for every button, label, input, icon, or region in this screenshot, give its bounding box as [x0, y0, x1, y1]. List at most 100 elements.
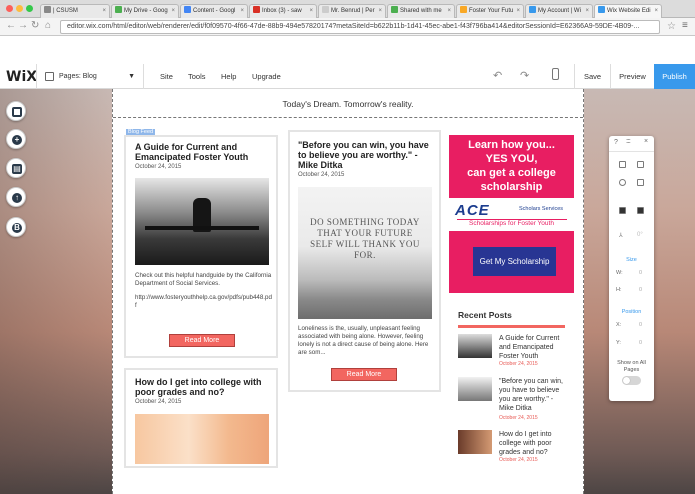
menu-site[interactable]: Site — [160, 64, 173, 89]
recent-post-item[interactable]: "Before you can win, you have to believe… — [458, 377, 568, 423]
site-tagline[interactable]: Today's Dream. Tomorrow's reality. — [113, 99, 583, 109]
chevron-down-icon: ▼ — [128, 73, 135, 80]
bookmark-star-icon[interactable]: ☆ — [667, 21, 676, 32]
browser-tab[interactable]: My Account | Wi × — [525, 4, 593, 18]
recent-post-title[interactable]: How do I get into college with poor grad… — [499, 430, 569, 457]
recent-post-title[interactable]: "Before you can win, you have to believe… — [499, 377, 569, 413]
browser-tab[interactable]: Inbox (3) - saw × — [249, 4, 317, 18]
wix-logo[interactable]: WiX — [6, 69, 37, 85]
upload-button[interactable]: ↑ — [6, 187, 26, 207]
add-element-button[interactable]: + — [6, 129, 26, 149]
browser-tab[interactable]: Foster Your Futu × — [456, 4, 524, 18]
mobile-view-icon[interactable] — [552, 68, 559, 80]
tab-close-icon[interactable]: × — [516, 5, 520, 17]
show-on-all-pages-toggle[interactable] — [622, 376, 641, 385]
forward-arrow-icon[interactable]: → — [18, 20, 28, 31]
align-icon[interactable]: ⅄ — [619, 232, 623, 239]
publish-button[interactable]: Publish — [654, 64, 695, 89]
background-tool-button[interactable] — [6, 101, 26, 121]
close-window-button[interactable] — [6, 5, 13, 12]
undo-icon[interactable]: ↶ — [493, 69, 502, 82]
tab-close-icon[interactable]: × — [102, 5, 106, 17]
browser-tab[interactable]: Content - Googl × — [180, 4, 248, 18]
ace-logo-banner[interactable]: ACE Scholars Services Scholarships for F… — [449, 198, 574, 231]
page-selector[interactable]: Pages: Blog ▼ — [36, 64, 144, 89]
apps-button[interactable]: ▤ — [6, 158, 26, 178]
width-value[interactable]: 0 — [639, 270, 642, 276]
scholarship-ad-headline[interactable]: Learn how you... YES YOU, can get a coll… — [449, 135, 574, 198]
send-backward-icon[interactable] — [637, 207, 644, 214]
window-controls — [6, 5, 36, 14]
recent-post-date: October 24, 2015 — [499, 457, 538, 463]
background-image — [0, 89, 112, 494]
minimize-window-button[interactable] — [16, 5, 23, 12]
url-field[interactable]: editor.wix.com/html/editor/web/renderer/… — [60, 20, 660, 34]
post-excerpt: Loneliness is the, usually, unpleasant f… — [298, 325, 429, 356]
post-title[interactable]: A Guide for Current and Emancipated Fost… — [135, 142, 269, 162]
app-market-icon: ▤ — [12, 164, 22, 174]
post-link[interactable]: http://www.fosteryouthhelp.ca.gov/pdfs/p… — [135, 294, 273, 310]
ad-line: YES YOU, — [485, 153, 538, 165]
y-label: Y: — [616, 340, 621, 346]
save-button[interactable]: Save — [574, 64, 610, 89]
blog-manager-button[interactable]: B — [6, 217, 26, 237]
zoom-window-button[interactable] — [26, 5, 33, 12]
post-image-handshake[interactable] — [135, 414, 269, 464]
post-title[interactable]: "Before you can win, you have to believe… — [298, 140, 434, 170]
duplicate-icon[interactable] — [619, 179, 626, 186]
preview-button[interactable]: Preview — [610, 64, 654, 89]
quote-image-text: DO SOMETHING TODAY THAT YOUR FUTURE SELF… — [310, 217, 420, 260]
browser-menu-icon[interactable]: ≡ — [682, 20, 688, 31]
recent-post-date: October 24, 2015 — [499, 415, 538, 421]
tab-close-icon[interactable]: × — [654, 5, 658, 17]
menu-tools[interactable]: Tools — [188, 64, 206, 89]
read-more-button[interactable]: Read More — [331, 368, 397, 381]
back-arrow-icon[interactable]: ← — [6, 20, 16, 31]
tab-close-icon[interactable]: × — [171, 5, 175, 17]
editor-top-bar: WiX Pages: Blog ▼ Site Tools Help Upgrad… — [0, 64, 695, 89]
y-value[interactable]: 0 — [639, 340, 642, 346]
browser-tab[interactable]: My Drive - Goog × — [111, 4, 179, 18]
x-value[interactable]: 0 — [639, 322, 642, 328]
tab-favicon-icon — [391, 6, 398, 13]
read-more-button[interactable]: Read More — [169, 334, 235, 347]
browser-tab[interactable]: Mr. Benrud | Per × — [318, 4, 386, 18]
menu-upgrade[interactable]: Upgrade — [252, 64, 281, 89]
reload-icon[interactable]: ↻ — [31, 20, 39, 31]
tab-close-icon[interactable]: × — [585, 5, 589, 17]
rotate-icon[interactable]: 0° — [637, 232, 643, 238]
recent-post-title[interactable]: A Guide for Current and Emancipated Fost… — [499, 334, 569, 361]
tab-close-icon[interactable]: × — [240, 5, 244, 17]
bring-forward-icon[interactable] — [619, 207, 626, 214]
ace-logo: ACE — [455, 202, 490, 219]
browser-tab[interactable]: Shared with me × — [387, 4, 455, 18]
height-value[interactable]: 0 — [639, 287, 642, 293]
home-icon[interactable]: ⌂ — [45, 20, 51, 31]
tab-favicon-icon — [115, 6, 122, 13]
recent-post-date: October 24, 2015 — [499, 361, 538, 367]
browser-tab-active[interactable]: Wix Website Edi × — [594, 4, 662, 18]
redo-icon[interactable]: ↷ — [520, 69, 529, 82]
show-on-all-pages-label: Show on All Pages — [617, 360, 646, 373]
recent-post-item[interactable]: How do I get into college with poor grad… — [458, 430, 568, 464]
tab-close-icon[interactable]: × — [378, 5, 382, 17]
browser-tab[interactable]: | CSUSM × — [40, 4, 110, 18]
post-image-quote[interactable]: DO SOMETHING TODAY THAT YOUR FUTURE SELF… — [298, 187, 432, 319]
paste-icon[interactable] — [637, 161, 644, 168]
help-icon[interactable]: ? — [614, 139, 618, 146]
post-title[interactable]: How do I get into college with poor grad… — [135, 377, 269, 397]
tab-close-icon[interactable]: × — [309, 5, 313, 17]
tab-close-icon[interactable]: × — [447, 5, 451, 17]
drag-handle-icon[interactable]: :::: — [626, 138, 631, 145]
get-scholarship-button[interactable]: Get My Scholarship — [473, 247, 556, 276]
delete-icon[interactable] — [637, 179, 644, 186]
pages-icon — [45, 72, 54, 81]
tab-favicon-icon — [253, 6, 260, 13]
ad-line: Learn how you... — [468, 139, 555, 151]
menu-help[interactable]: Help — [221, 64, 236, 89]
close-icon[interactable]: × — [644, 138, 648, 145]
size-section-label: Size — [626, 257, 637, 263]
post-image-man-on-bench[interactable] — [135, 178, 269, 265]
copy-icon[interactable] — [619, 161, 626, 168]
recent-post-item[interactable]: A Guide for Current and Emancipated Fost… — [458, 334, 568, 374]
